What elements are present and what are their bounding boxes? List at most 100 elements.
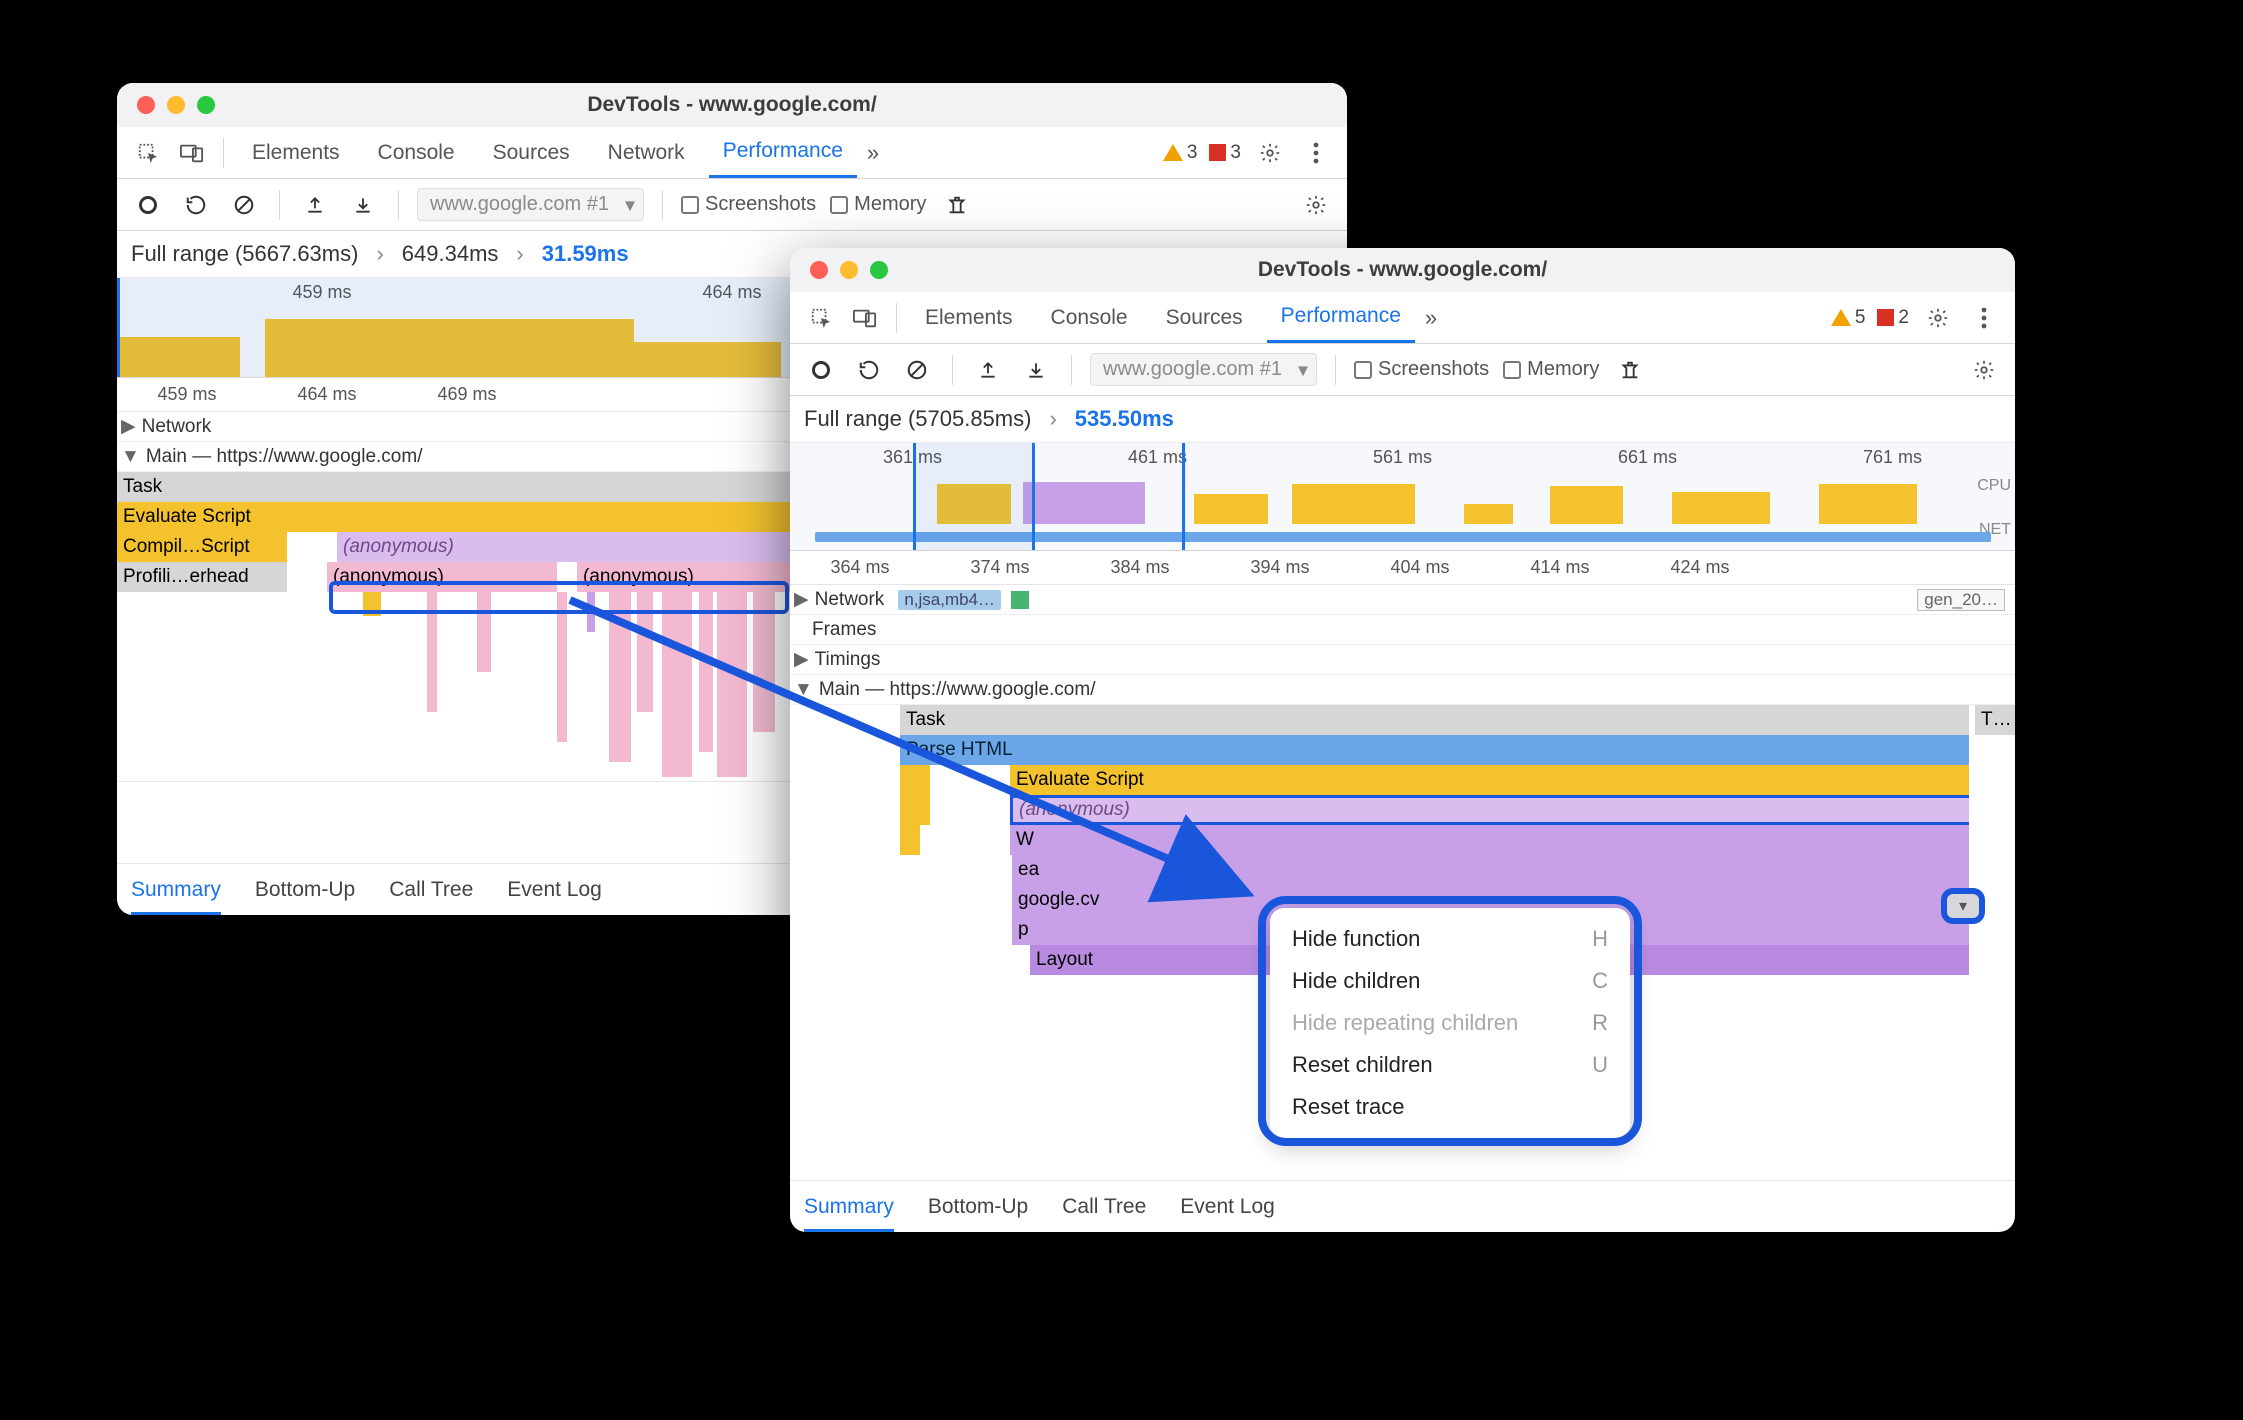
flame-bar[interactable]	[900, 795, 930, 825]
track-network[interactable]: ▶ Network n,jsa,mb4… gen_20…	[790, 585, 2015, 615]
screenshots-checkbox[interactable]: Screenshots	[1354, 358, 1489, 381]
separator	[896, 303, 897, 333]
panel-settings-icon[interactable]	[1299, 188, 1333, 222]
tab-event-log[interactable]: Event Log	[1180, 1195, 1275, 1219]
perf-toolbar: www.google.com #1▾ Screenshots Memory	[117, 179, 1347, 231]
tab-elements[interactable]: Elements	[911, 292, 1027, 343]
ctx-hide-function[interactable]: Hide functionH	[1270, 918, 1630, 960]
errors-badge[interactable]: 2	[1877, 307, 1909, 329]
memory-checkbox[interactable]: Memory	[830, 193, 926, 216]
minimap-tick: 661 ms	[1618, 447, 1677, 468]
ctx-hide-children[interactable]: Hide childrenC	[1270, 960, 1630, 1002]
device-toggle-icon[interactable]	[175, 136, 209, 170]
overview-minimap[interactable]: 361 ms 461 ms 561 ms 661 ms 761 ms CPU N…	[790, 443, 2015, 551]
settings-icon[interactable]	[1921, 301, 1955, 335]
record-button[interactable]	[131, 188, 165, 222]
ruler-tick: 384 ms	[1070, 557, 1210, 578]
inspect-icon[interactable]	[804, 301, 838, 335]
settings-icon[interactable]	[1253, 136, 1287, 170]
minimap-tick: 761 ms	[1863, 447, 1922, 468]
warnings-badge[interactable]: 5	[1831, 307, 1866, 329]
clear-button[interactable]	[900, 353, 934, 387]
kebab-menu-icon[interactable]	[1299, 136, 1333, 170]
download-icon[interactable]	[1019, 353, 1053, 387]
more-tabs-icon[interactable]: »	[867, 140, 879, 166]
device-toggle-icon[interactable]	[848, 301, 882, 335]
flame-profiling-overhead[interactable]: Profili…erhead	[117, 562, 287, 592]
more-tabs-icon[interactable]: »	[1425, 305, 1437, 331]
breadcrumb-mid[interactable]: 649.34ms	[402, 241, 499, 267]
tab-event-log[interactable]: Event Log	[507, 878, 602, 902]
garbage-collect-icon[interactable]	[1613, 353, 1647, 387]
ctx-label: Hide children	[1292, 968, 1420, 994]
warnings-count: 3	[1187, 142, 1198, 164]
warnings-badge[interactable]: 3	[1163, 142, 1198, 164]
entry-dropdown-button[interactable]: ▾	[1941, 888, 1985, 924]
tab-console[interactable]: Console	[364, 127, 469, 178]
breadcrumb-full-range[interactable]: Full range (5705.85ms)	[804, 406, 1031, 432]
time-ruler[interactable]: 364 ms 374 ms 384 ms 394 ms 404 ms 414 m…	[790, 551, 2015, 585]
flame-bar[interactable]	[900, 765, 930, 795]
ctx-label: Reset children	[1292, 1052, 1433, 1078]
recording-selector[interactable]: www.google.com #1▾	[1090, 353, 1317, 386]
tab-bottom-up[interactable]: Bottom-Up	[928, 1195, 1028, 1219]
tab-performance[interactable]: Performance	[1267, 292, 1415, 343]
download-icon[interactable]	[346, 188, 380, 222]
reload-record-button[interactable]	[179, 188, 213, 222]
errors-badge[interactable]: 3	[1209, 142, 1241, 164]
track-main-label: Main — https://www.google.com/	[819, 679, 1096, 701]
flame-bar[interactable]	[900, 825, 920, 855]
tab-elements[interactable]: Elements	[238, 127, 354, 178]
flame-evaluate-script[interactable]: Evaluate Script	[1010, 765, 1969, 795]
record-button[interactable]	[804, 353, 838, 387]
recording-selector[interactable]: www.google.com #1▾	[417, 188, 644, 221]
flame-task[interactable]: Task	[900, 705, 1969, 735]
tab-network[interactable]: Network	[594, 127, 699, 178]
tab-bottom-up[interactable]: Bottom-Up	[255, 878, 355, 902]
tab-sources[interactable]: Sources	[479, 127, 584, 178]
ruler-tick: 374 ms	[930, 557, 1070, 578]
track-main[interactable]: ▼Main — https://www.google.com/	[790, 675, 2015, 705]
breadcrumb-current[interactable]: 535.50ms	[1075, 406, 1174, 432]
separator	[1071, 355, 1072, 385]
clear-button[interactable]	[227, 188, 261, 222]
separator	[1335, 355, 1336, 385]
recording-selector-value: www.google.com #1	[430, 193, 609, 215]
tab-performance[interactable]: Performance	[709, 127, 857, 178]
garbage-collect-icon[interactable]	[940, 188, 974, 222]
upload-icon[interactable]	[971, 353, 1005, 387]
breadcrumb-full-range[interactable]: Full range (5667.63ms)	[131, 241, 358, 267]
tab-call-tree[interactable]: Call Tree	[389, 878, 473, 902]
panel-settings-icon[interactable]	[1967, 353, 2001, 387]
breadcrumb-current[interactable]: 31.59ms	[542, 241, 629, 267]
ctx-reset-trace[interactable]: Reset trace	[1270, 1086, 1630, 1128]
flame-parse-html[interactable]: Parse HTML	[900, 735, 1969, 765]
warning-icon	[1163, 144, 1183, 161]
flame-anonymous[interactable]: (anonymous)	[327, 562, 557, 592]
track-timings[interactable]: ▶Timings	[790, 645, 2015, 675]
tab-sources[interactable]: Sources	[1152, 292, 1257, 343]
flame-anonymous[interactable]: (anonymous)	[1010, 795, 1969, 825]
screenshots-checkbox[interactable]: Screenshots	[681, 193, 816, 216]
reload-record-button[interactable]	[852, 353, 886, 387]
tab-summary[interactable]: Summary	[804, 1195, 894, 1232]
ctx-shortcut: H	[1592, 926, 1608, 952]
separator	[279, 190, 280, 220]
kebab-menu-icon[interactable]	[1967, 301, 2001, 335]
flame-w[interactable]: W	[1010, 825, 1969, 855]
inspect-icon[interactable]	[131, 136, 165, 170]
panel-tabs: Elements Console Sources Network Perform…	[117, 127, 1347, 179]
tab-call-tree[interactable]: Call Tree	[1062, 1195, 1146, 1219]
flame-compile-script[interactable]: Compil…Script	[117, 532, 287, 562]
error-icon	[1209, 144, 1226, 161]
separator	[398, 190, 399, 220]
tab-console[interactable]: Console	[1037, 292, 1142, 343]
ctx-reset-children[interactable]: Reset childrenU	[1270, 1044, 1630, 1086]
network-items: n,jsa,mb4…	[898, 590, 1001, 610]
upload-icon[interactable]	[298, 188, 332, 222]
memory-checkbox[interactable]: Memory	[1503, 358, 1599, 381]
tab-summary[interactable]: Summary	[131, 878, 221, 915]
flame-ea[interactable]: ea	[1012, 855, 1969, 885]
flame-task[interactable]: T…	[1975, 705, 2015, 735]
track-frames[interactable]: Frames	[790, 615, 2015, 645]
